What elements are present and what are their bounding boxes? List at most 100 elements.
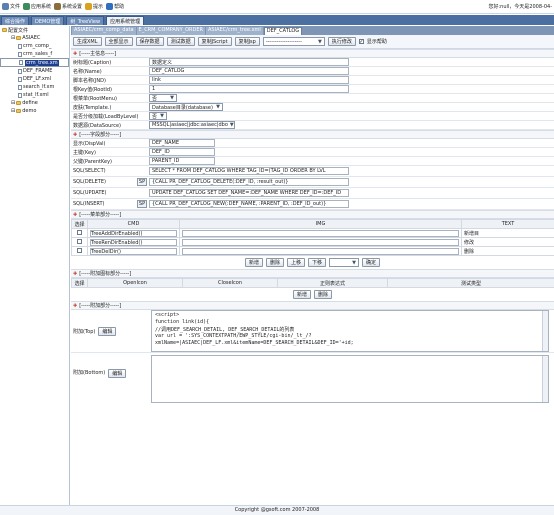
toolbar-button[interactable]: 保存数据 bbox=[135, 37, 164, 46]
attach-top-edit-button[interactable]: 编辑 bbox=[98, 326, 117, 336]
toolbar-button[interactable]: 测试数据 bbox=[166, 37, 195, 46]
toolbar-button[interactable]: 生成XML bbox=[73, 37, 102, 46]
main-panel: ASIAEC/crm_comp_data E_CRM_COMPANY_ORDER A… bbox=[71, 26, 554, 505]
toolbar-button[interactable]: 复制JScript bbox=[197, 37, 232, 46]
folder-icon bbox=[16, 101, 22, 105]
sp-button[interactable]: SP bbox=[137, 200, 147, 208]
field-input[interactable]: DEF_ID bbox=[149, 148, 215, 156]
toolbar-button[interactable]: 全部显示 bbox=[104, 37, 133, 46]
select-cell bbox=[71, 237, 88, 247]
menu-item-3[interactable]: 提示 bbox=[85, 3, 103, 10]
field-input[interactable]: UPDATE DEF_CATLOG SET DEF_NAME=:DEF_NAME… bbox=[149, 189, 349, 197]
section-icon-header[interactable]: ✚ [-----附加图标部分-----] bbox=[71, 269, 554, 278]
field-input[interactable]: DEF_CATLOG bbox=[149, 67, 349, 75]
row-checkbox[interactable] bbox=[77, 247, 82, 253]
tree-item[interactable]: ⊟ define bbox=[0, 99, 69, 107]
nav-tab[interactable]: 应用系统管理 bbox=[106, 16, 145, 25]
content-tab[interactable]: DEF_CATLOG bbox=[263, 27, 303, 35]
folder-icon bbox=[2, 28, 7, 32]
show-help-checkbox[interactable]: ✓ bbox=[358, 39, 364, 45]
tree-item[interactable]: ⊟ ASIAEC bbox=[0, 34, 69, 42]
tree-item[interactable]: DEF_FRAME bbox=[0, 67, 69, 75]
section-main-header[interactable]: ✚ [-----主信息-----] bbox=[71, 49, 554, 58]
menu-table-button[interactable]: 新增 bbox=[244, 258, 263, 267]
tree-root[interactable]: 配置文件 bbox=[0, 26, 69, 34]
toggle-icon[interactable]: ⊟ bbox=[11, 100, 15, 106]
img-input[interactable] bbox=[182, 247, 459, 255]
section-attach-header[interactable]: ✚ [-----附加部分-----] bbox=[71, 301, 554, 310]
field-input[interactable]: PARENT_ID bbox=[149, 157, 215, 165]
tree-item[interactable]: crm_sales_f bbox=[0, 50, 69, 58]
icon-table-button[interactable]: 删除 bbox=[314, 290, 333, 299]
content-tab[interactable]: E_CRM_COMPANY_ORDER bbox=[136, 27, 206, 35]
tree-item[interactable]: ⊟ demo bbox=[0, 107, 69, 115]
section-menu-title: [-----菜单部分-----] bbox=[79, 212, 122, 218]
cmd-input[interactable]: TreeRenDirEnabled() bbox=[90, 238, 177, 246]
form-row: 主键(Key) DEF_ID bbox=[71, 148, 554, 157]
field-select[interactable]: Database目录(database) ▼ bbox=[149, 103, 223, 111]
menu-item-4[interactable]: 帮助 bbox=[106, 3, 124, 10]
toolbar-select[interactable]: -------------------- ▼ bbox=[262, 37, 325, 46]
img-cell bbox=[179, 228, 462, 238]
menu-table-select[interactable]: ▼ bbox=[329, 258, 360, 267]
tree-item[interactable]: stat_lf.xml bbox=[0, 91, 69, 99]
menu-item-0[interactable]: 文件 bbox=[2, 3, 20, 10]
attach-bottom-edit-button[interactable]: 编辑 bbox=[108, 369, 127, 378]
tree-item[interactable]: search_lf.xm bbox=[0, 83, 69, 91]
cmd-input[interactable]: TreeAddDirEnabled() bbox=[90, 229, 177, 237]
menu-table-button[interactable]: 下移 bbox=[308, 258, 327, 267]
nav-tab[interactable]: DEMO管理 bbox=[31, 16, 65, 25]
section-main-title: [-----主信息-----] bbox=[79, 51, 117, 57]
table-row: TreeDelDir() 删除 bbox=[71, 246, 554, 256]
text-cell: 新增目 bbox=[461, 228, 554, 238]
field-select[interactable]: MSSQL|asiaec|jdbc:asiaec|dbo ▼ bbox=[149, 121, 235, 129]
field-input[interactable]: {CALL PR_DEF_CATLOG_DELETE(:DEF_ID, :res… bbox=[149, 178, 349, 186]
code-line: function link(id){ bbox=[155, 319, 210, 325]
nav-tab[interactable]: 树_TreeView bbox=[66, 16, 105, 25]
menu-item-1[interactable]: 应用系统 bbox=[23, 3, 51, 10]
menu-ok-button[interactable]: 确定 bbox=[362, 258, 381, 267]
tree-item[interactable]: crm_tree.xm bbox=[0, 58, 69, 67]
menu-item-2[interactable]: 系统设置 bbox=[54, 3, 82, 10]
field-input[interactable]: 数据定义 bbox=[149, 58, 349, 66]
field-input[interactable]: SELECT * FROM DEF_CATLOG WHERE TAG_ID=(T… bbox=[149, 167, 349, 175]
icon-table-button[interactable]: 新增 bbox=[292, 290, 311, 299]
attach-top-editor[interactable]: <script> function link(id){ //调用DEF_SEARC… bbox=[151, 310, 549, 352]
expand-icon: ✚ bbox=[73, 270, 78, 277]
run-modify-button[interactable]: 执行修改 bbox=[327, 37, 356, 46]
section-menu-header[interactable]: ✚ [-----菜单部分-----] bbox=[71, 210, 554, 219]
img-input[interactable] bbox=[182, 238, 459, 246]
toolbar-button[interactable]: 复制Jsp bbox=[234, 37, 260, 46]
cmd-input[interactable]: TreeDelDir() bbox=[90, 247, 177, 255]
field-input[interactable]: DEF_NAME bbox=[149, 139, 215, 147]
menu-table-button[interactable]: 删除 bbox=[265, 258, 284, 267]
section-field-header[interactable]: ✚ [-----字段部分-----] bbox=[71, 130, 554, 139]
nav-tab[interactable]: 综合操作 bbox=[1, 16, 30, 25]
row-checkbox[interactable] bbox=[77, 238, 82, 244]
menu-item-label: 系统设置 bbox=[62, 4, 83, 10]
toggle-icon[interactable]: ⊟ bbox=[11, 35, 15, 41]
form-row: 是否分级加载(LoadByLevel) 否 ▼ bbox=[71, 112, 554, 121]
field-select[interactable]: 否 ▼ bbox=[149, 94, 177, 102]
document-icon bbox=[18, 92, 22, 98]
menu-table-button[interactable]: 上移 bbox=[286, 258, 305, 267]
field-input[interactable]: {CALL PR_DEF_CATLOG_NEW(:DEF_NAME, :PARE… bbox=[149, 200, 349, 208]
row-checkbox[interactable] bbox=[77, 229, 82, 235]
cmd-cell: TreeDelDir() bbox=[87, 246, 180, 256]
sp-button[interactable]: SP bbox=[137, 178, 147, 186]
icon-button-row: 新增 删除 bbox=[71, 288, 554, 301]
img-input[interactable] bbox=[182, 229, 459, 237]
tree-item[interactable]: crm_comp_ bbox=[0, 42, 69, 50]
toggle-icon[interactable]: ⊟ bbox=[11, 108, 15, 114]
img-cell bbox=[179, 246, 462, 256]
scrollbar[interactable] bbox=[542, 356, 548, 402]
tree-item[interactable]: DEF_LF.xml bbox=[0, 75, 69, 83]
attach-bottom-editor[interactable] bbox=[151, 355, 549, 403]
field-select[interactable]: 否 ▼ bbox=[149, 112, 167, 120]
content-tab[interactable]: ASIAEC/crm_comp_data bbox=[72, 27, 136, 35]
form-row: 父键(ParentKey) PARENT_ID bbox=[71, 157, 554, 166]
content-tab[interactable]: ASIAEC/crm_tree.xml bbox=[206, 27, 263, 35]
field-input[interactable]: 1 bbox=[149, 85, 349, 93]
field-input[interactable]: link bbox=[149, 76, 349, 84]
scrollbar[interactable] bbox=[542, 311, 548, 351]
